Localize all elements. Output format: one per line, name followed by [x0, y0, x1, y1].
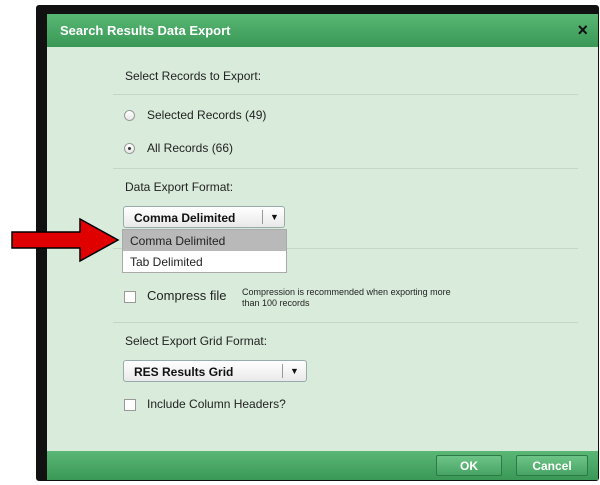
compress-checkbox[interactable]	[124, 291, 136, 303]
compress-note-line2: than 100 records	[242, 298, 310, 308]
chevron-down-icon: ▼	[290, 366, 299, 376]
radio-dot-icon	[128, 147, 131, 150]
format-select[interactable]: Comma Delimited ▼	[123, 206, 285, 228]
dialog-title: Search Results Data Export	[60, 23, 231, 38]
compress-label: Compress file	[147, 288, 227, 303]
format-select-value: Comma Delimited	[134, 211, 236, 225]
select-divider	[262, 210, 263, 224]
annotation-arrow-icon	[11, 217, 120, 263]
separator	[113, 168, 578, 169]
menu-item-tab-delimited[interactable]: Tab Delimited	[123, 251, 286, 272]
dialog-footer: OK Cancel	[47, 451, 598, 480]
radio-selected-records[interactable]	[124, 110, 135, 121]
ok-button[interactable]: OK	[436, 455, 502, 476]
separator	[113, 322, 578, 323]
close-icon[interactable]: ×	[577, 20, 588, 40]
separator	[113, 94, 578, 95]
radio-selected-records-label: Selected Records (49)	[147, 108, 267, 122]
select-divider	[282, 364, 283, 378]
radio-all-records[interactable]	[124, 143, 135, 154]
compress-note: Compression is recommended when exportin…	[242, 287, 451, 309]
format-dropdown-menu: Comma Delimited Tab Delimited	[122, 229, 287, 273]
cancel-button[interactable]: Cancel	[516, 455, 588, 476]
title-bar: Search Results Data Export ×	[47, 14, 598, 47]
grid-select[interactable]: RES Results Grid ▼	[123, 360, 307, 382]
grid-select-value: RES Results Grid	[134, 365, 234, 379]
include-headers-label: Include Column Headers?	[147, 397, 286, 411]
chevron-down-icon: ▼	[270, 212, 279, 222]
radio-all-records-label: All Records (66)	[147, 141, 234, 155]
grid-heading: Select Export Grid Format:	[125, 334, 268, 348]
include-headers-checkbox[interactable]	[124, 399, 136, 411]
records-heading: Select Records to Export:	[125, 69, 262, 83]
format-heading: Data Export Format:	[125, 180, 234, 194]
compress-note-line1: Compression is recommended when exportin…	[242, 287, 451, 297]
menu-item-comma-delimited[interactable]: Comma Delimited	[123, 230, 286, 251]
